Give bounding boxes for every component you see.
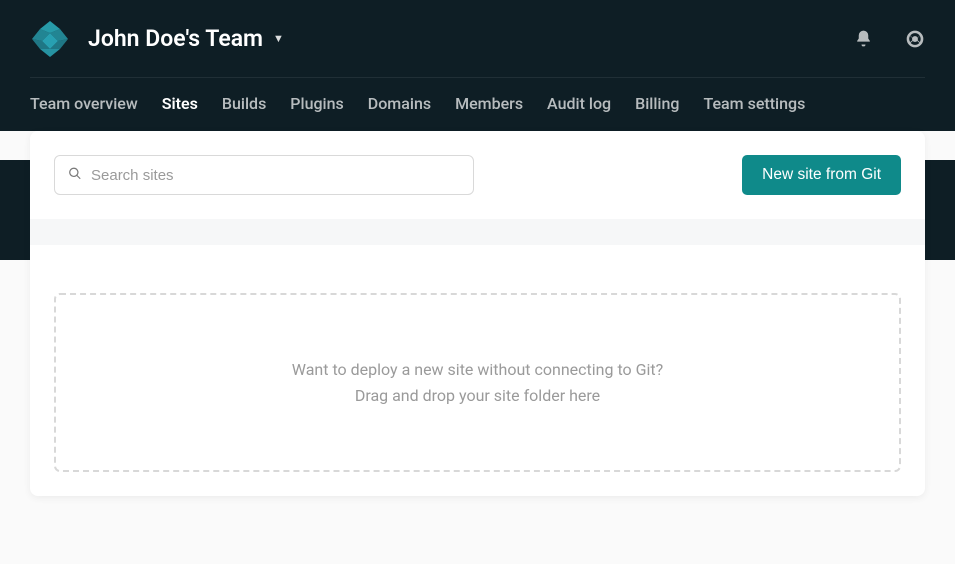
search-wrap [54,155,474,195]
card-divider-gap [30,219,925,245]
app-header: John Doe's Team ▼ Team overview Sites Bu… [0,0,955,131]
team-name-label: John Doe's Team [88,25,263,52]
header-top-row: John Doe's Team ▼ [30,0,925,78]
notifications-icon[interactable] [854,29,873,48]
deploy-dropzone[interactable]: Want to deploy a new site without connec… [54,293,901,472]
tab-builds[interactable]: Builds [222,94,266,113]
tab-members[interactable]: Members [455,94,523,113]
tab-audit-log[interactable]: Audit log [547,94,611,113]
search-input[interactable] [54,155,474,195]
new-site-from-git-button[interactable]: New site from Git [742,155,901,195]
dropzone-text-line2: Drag and drop your site folder here [76,383,879,409]
sites-card: New site from Git Want to deploy a new s… [30,131,925,496]
tab-domains[interactable]: Domains [368,94,431,113]
header-left: John Doe's Team ▼ [30,19,284,59]
header-right [854,29,925,49]
tab-billing[interactable]: Billing [635,94,679,113]
help-icon[interactable] [905,29,925,49]
tab-team-settings[interactable]: Team settings [703,94,805,113]
card-body: Want to deploy a new site without connec… [30,245,925,496]
tab-sites[interactable]: Sites [162,94,198,113]
tab-team-overview[interactable]: Team overview [30,94,138,113]
team-switcher[interactable]: John Doe's Team ▼ [88,25,284,52]
nav-tabs: Team overview Sites Builds Plugins Domai… [30,78,925,131]
chevron-down-icon: ▼ [273,32,284,45]
dropzone-text-line1: Want to deploy a new site without connec… [76,357,879,383]
tab-plugins[interactable]: Plugins [290,94,343,113]
netlify-logo-icon[interactable] [30,19,70,59]
search-icon [68,166,82,185]
card-toolbar: New site from Git [30,131,925,219]
